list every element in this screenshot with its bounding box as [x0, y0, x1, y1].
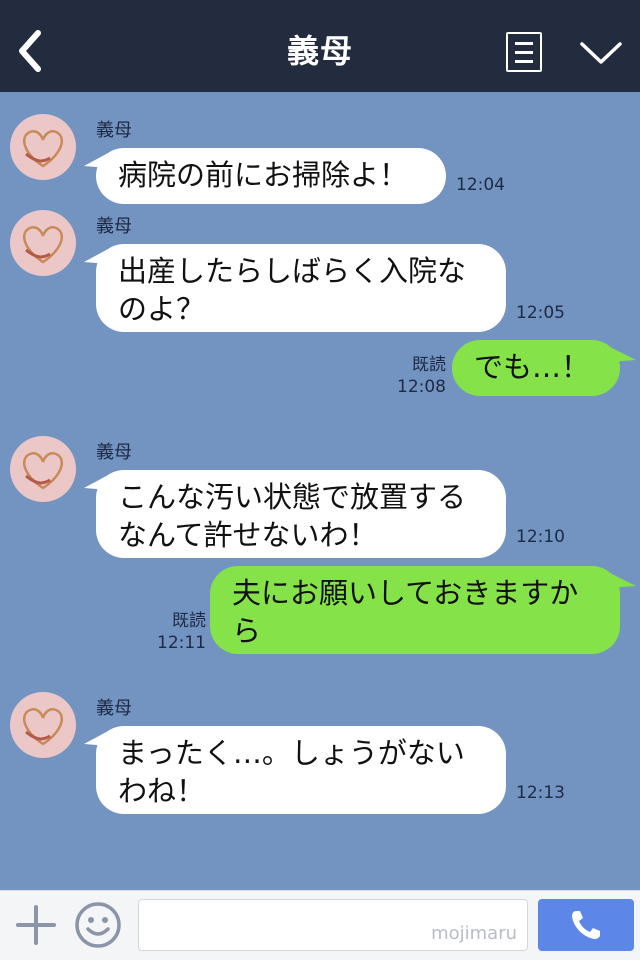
message-time: 12:05: [516, 303, 565, 323]
menu-button[interactable]: [506, 32, 542, 72]
sender-name: 義母: [96, 216, 132, 237]
bubble-tail: [608, 572, 636, 588]
message-line: 病院の前にお掃除よ！: [118, 158, 409, 192]
heart-icon: [22, 226, 64, 264]
message-line: まったく…。しょうがない: [118, 736, 465, 770]
message-bubble[interactable]: 出産したらしばらく入院な のよ？: [96, 244, 506, 332]
emoji-icon: [75, 902, 121, 948]
avatar[interactable]: [10, 114, 76, 180]
message-bubble[interactable]: でも…！: [452, 340, 620, 396]
read-receipt: 既読: [172, 611, 206, 631]
sender-name: 義母: [96, 120, 132, 141]
heart-icon: [22, 452, 64, 490]
heart-icon: [22, 130, 64, 168]
avatar[interactable]: [10, 210, 76, 276]
chat-header: 義母: [0, 0, 640, 92]
message-input[interactable]: mojimaru: [138, 899, 528, 951]
watermark-text: mojimaru: [431, 923, 517, 944]
phone-icon: [572, 911, 600, 939]
message-line: ら: [232, 614, 262, 648]
message-line: 夫にお願いしておきますか: [232, 576, 579, 610]
message-line: わね！: [118, 774, 206, 808]
message-line: のよ？: [118, 292, 206, 326]
heart-icon: [22, 708, 64, 746]
message-time: 12:13: [516, 783, 565, 803]
message-bubble[interactable]: 病院の前にお掃除よ！: [96, 148, 446, 204]
message-list[interactable]: 義母 病院の前にお掃除よ！ 12:04 義母 出産したらしばらく入院な のよ？ …: [0, 92, 640, 890]
message-time: 12:08: [397, 377, 446, 397]
message-bubble[interactable]: 夫にお願いしておきますか ら: [210, 566, 620, 654]
avatar[interactable]: [10, 436, 76, 502]
chat-title: 義母: [286, 32, 353, 70]
message-line: こんな汚い状態で放置する: [118, 480, 467, 514]
chevron-down-icon: [580, 42, 622, 64]
bubble-tail: [608, 346, 636, 362]
call-button[interactable]: [538, 899, 634, 951]
read-receipt: 既読: [412, 355, 446, 375]
sender-name: 義母: [96, 698, 132, 719]
message-line: なんて許せないわ！: [118, 518, 378, 552]
add-button[interactable]: [14, 903, 58, 947]
expand-button[interactable]: [578, 38, 624, 68]
message-time: 12:11: [157, 633, 206, 653]
emoji-button[interactable]: [74, 901, 122, 949]
message-line: でも…！: [474, 350, 591, 384]
message-bubble[interactable]: こんな汚い状態で放置する なんて許せないわ！: [96, 470, 506, 558]
plus-icon: [16, 905, 56, 945]
message-bubble[interactable]: まったく…。しょうがない わね！: [96, 726, 506, 814]
message-line: 出産したらしばらく入院な: [118, 254, 467, 288]
avatar[interactable]: [10, 692, 76, 758]
input-bar: mojimaru: [0, 890, 640, 960]
message-time: 12:10: [516, 527, 565, 547]
sender-name: 義母: [96, 442, 132, 463]
message-time: 12:04: [456, 175, 505, 195]
